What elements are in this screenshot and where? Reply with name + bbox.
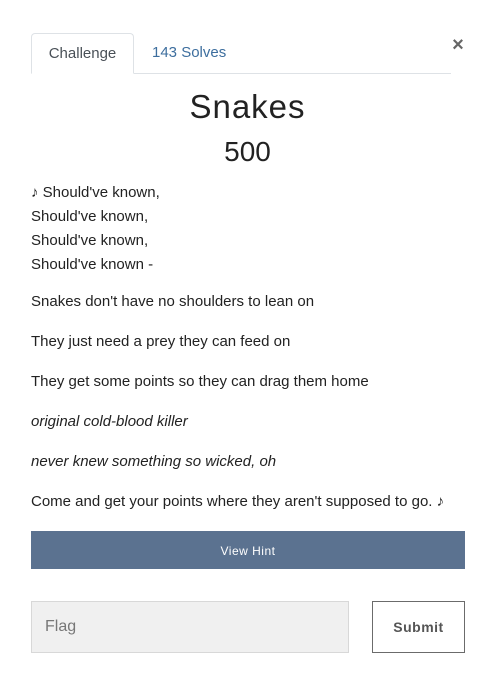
- description-line: They get some points so they can drag th…: [31, 373, 369, 390]
- description-line: never knew something so wicked, oh: [31, 453, 277, 470]
- challenge-verse: ♪ Should've known, Should've known, Shou…: [31, 181, 471, 277]
- description-line: They just need a prey they can feed on: [31, 333, 291, 350]
- verse-line: Should've known,: [31, 232, 149, 249]
- description-line: Come and get your points where they aren…: [31, 493, 445, 510]
- flag-input[interactable]: [31, 601, 349, 653]
- verse-line: ♪ Should've known,: [31, 184, 160, 201]
- tab-challenge[interactable]: Challenge: [31, 33, 134, 74]
- submit-button[interactable]: Submit: [372, 601, 465, 653]
- view-hint-button[interactable]: View Hint: [31, 531, 465, 569]
- challenge-modal: Challenge 143 Solves × Snakes 500 ♪ Shou…: [0, 0, 495, 697]
- verse-line: Should've known -: [31, 256, 154, 273]
- challenge-tabs: Challenge 143 Solves: [31, 33, 451, 74]
- challenge-name: Snakes: [189, 88, 306, 125]
- tab-solves[interactable]: 143 Solves: [136, 33, 242, 73]
- description-line: Snakes don't have no shoulders to lean o…: [31, 293, 315, 310]
- description-line: original cold-blood killer: [31, 413, 188, 430]
- challenge-value: 500: [224, 136, 271, 167]
- close-icon[interactable]: ×: [450, 34, 466, 56]
- verse-line: Should've known,: [31, 208, 149, 225]
